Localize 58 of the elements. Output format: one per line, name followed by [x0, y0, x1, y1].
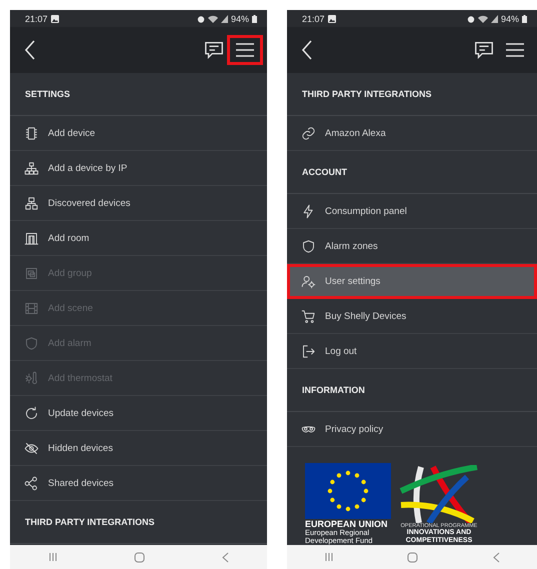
status-time: 21:07 [302, 14, 325, 24]
menu-item[interactable]: Shared devices [10, 466, 267, 501]
group-icon [24, 266, 39, 280]
image-icon [328, 14, 336, 22]
menu-item[interactable]: Discovered devices [10, 186, 267, 221]
menu-item[interactable]: User settings [287, 264, 537, 299]
message-icon[interactable] [473, 39, 495, 61]
gear-thermometer-icon [24, 370, 39, 386]
menu-button[interactable] [227, 35, 263, 65]
menu-item[interactable]: Privacy policy [287, 412, 537, 447]
shield-icon [301, 238, 316, 254]
menu-item[interactable]: Add a device by IP [10, 151, 267, 186]
eu-logo-title: EUROPEAN UNION [305, 519, 389, 529]
refresh-icon [24, 406, 39, 420]
signal-icon [220, 14, 228, 22]
battery-percentage: 94% [500, 14, 519, 24]
battery-percentage: 94% [230, 14, 249, 24]
shield-icon [24, 336, 39, 350]
image-icon [50, 14, 59, 22]
section-title: THIRD PARTY INTEGRATIONS [287, 73, 537, 116]
menu-item[interactable]: Log out [287, 334, 537, 369]
battery-icon [252, 14, 257, 22]
alarm-clock-icon [466, 14, 475, 22]
section-title: INFORMATION [287, 369, 537, 412]
chip-icon [24, 126, 39, 140]
menu-item[interactable]: Update devices [10, 396, 267, 431]
wifi-icon [478, 14, 488, 22]
menu-item[interactable]: Consumption panel [287, 194, 537, 229]
menu-item[interactable]: Buy Shelly Devices [287, 299, 537, 334]
logout-icon [301, 344, 316, 358]
film-icon [24, 300, 39, 316]
message-icon[interactable] [203, 39, 225, 61]
recent-apps-icon[interactable] [324, 552, 334, 562]
network-icon [24, 160, 39, 176]
signal-icon [490, 14, 498, 22]
section-title: SETTINGS [10, 73, 267, 116]
menu-icon [235, 42, 255, 58]
share-icon [24, 476, 39, 490]
door-icon [24, 230, 39, 246]
section-title: THIRD PARTY INTEGRATIONS [10, 501, 267, 544]
wifi-icon [208, 14, 218, 22]
menu-icon [505, 42, 525, 58]
recent-apps-icon[interactable] [48, 552, 58, 562]
menu-item[interactable]: Add room [10, 221, 267, 256]
cart-icon [301, 308, 316, 324]
section-title: ACCOUNT [287, 151, 537, 194]
link-icon [301, 126, 316, 140]
user-gear-icon [301, 274, 316, 288]
battery-icon [522, 14, 527, 22]
status-time: 21:07 [25, 14, 48, 24]
alarm-clock-icon [196, 14, 205, 22]
menu-item[interactable]: Amazon Alexa [287, 116, 537, 151]
menu-item[interactable]: Add device [10, 116, 267, 151]
home-icon[interactable] [134, 552, 145, 562]
menu-item[interactable]: Hidden devices [10, 431, 267, 466]
network-icon [24, 196, 39, 210]
eye-slash-icon [24, 440, 39, 456]
home-icon[interactable] [407, 552, 418, 562]
